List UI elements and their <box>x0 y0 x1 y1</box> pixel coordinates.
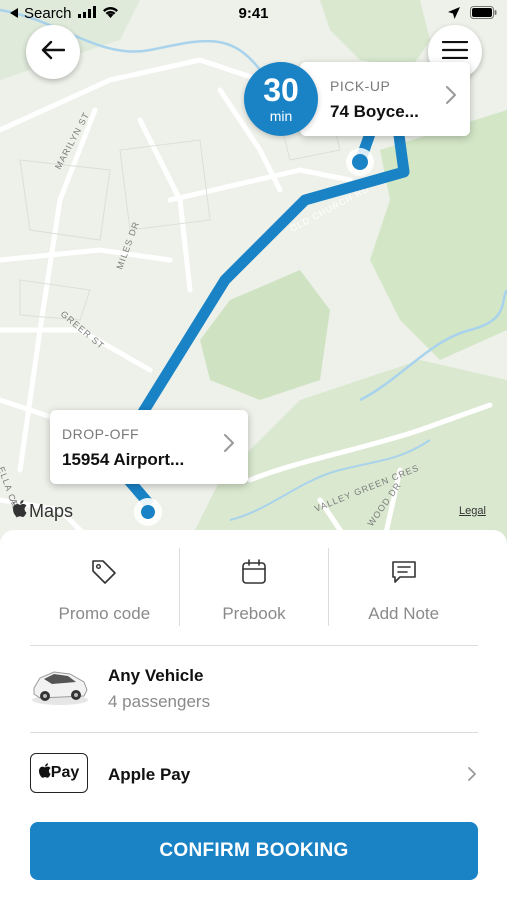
map-view[interactable]: MARILYN ST MILES DR GREER ST OLD CHURCH … <box>0 0 507 560</box>
apple-pay-badge: Pay <box>30 753 88 793</box>
hamburger-menu-icon <box>441 40 469 64</box>
pickup-label: PICK-UP <box>330 78 391 94</box>
apple-logo-icon <box>12 500 27 522</box>
dropoff-card[interactable]: DROP-OFF 15954 Airport... <box>50 410 248 484</box>
promo-code-label: Promo code <box>58 604 151 623</box>
arrow-left-icon <box>41 40 66 65</box>
tag-icon <box>90 558 118 591</box>
status-time: 9:41 <box>238 5 269 22</box>
chevron-right-icon <box>468 767 476 786</box>
maps-brand-label: Maps <box>29 500 74 521</box>
payment-method-title: Apple Pay <box>108 765 191 784</box>
vehicle-selector[interactable]: Any Vehicle 4 passengers <box>30 646 478 732</box>
status-bar: Search 9:41 <box>0 0 507 28</box>
status-right <box>448 6 497 23</box>
maps-brand: Maps <box>12 500 74 522</box>
chevron-right-icon <box>224 434 234 457</box>
pickup-card[interactable]: PICK-UP 74 Boyce... <box>300 62 470 136</box>
eta-unit: min <box>269 108 293 124</box>
apple-pay-badge-text: Pay <box>50 764 80 781</box>
prebook-label: Prebook <box>222 604 286 623</box>
back-button[interactable] <box>26 25 80 79</box>
calendar-icon <box>240 558 268 591</box>
add-note-label: Add Note <box>368 604 440 623</box>
car-icon <box>30 662 90 713</box>
eta-value: 30 <box>263 72 299 108</box>
location-arrow-icon <box>448 6 460 23</box>
dropoff-address: 15954 Airport... <box>62 450 185 469</box>
street-label: MILES DR <box>114 220 141 271</box>
dropoff-label: DROP-OFF <box>62 426 140 442</box>
pickup-address: 74 Boyce... <box>330 102 419 121</box>
note-icon <box>390 558 418 591</box>
promo-code-button[interactable]: Promo code <box>30 548 179 626</box>
booking-sheet: Promo code Prebook Add Note Any Vehicle … <box>0 530 507 900</box>
add-note-button[interactable]: Add Note <box>328 548 478 626</box>
chevron-right-icon <box>446 86 456 109</box>
action-row: Promo code Prebook Add Note <box>30 548 478 626</box>
legal-link[interactable]: Legal <box>459 505 486 517</box>
confirm-booking-button[interactable]: CONFIRM BOOKING <box>30 822 478 880</box>
eta-badge: 30 min <box>244 62 318 136</box>
battery-icon <box>470 6 497 23</box>
vehicle-passengers: 4 passengers <box>108 692 211 711</box>
apple-logo-icon <box>38 763 51 783</box>
vehicle-title: Any Vehicle <box>108 666 204 685</box>
prebook-button[interactable]: Prebook <box>178 548 329 626</box>
payment-selector[interactable]: Pay Apple Pay <box>30 733 478 815</box>
